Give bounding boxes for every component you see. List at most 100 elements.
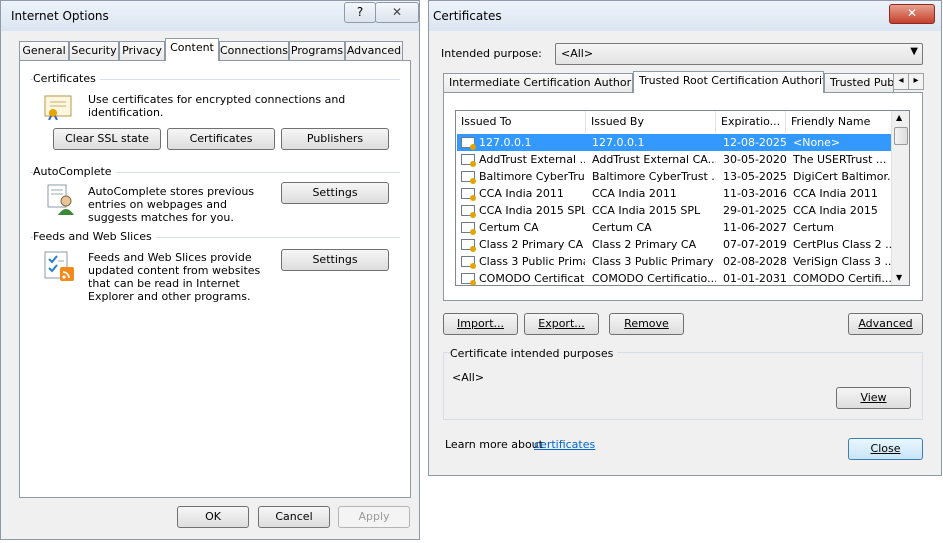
- cancel-button[interactable]: Cancel: [258, 506, 330, 528]
- cell-issued-by: COMODO Certificatio...: [592, 272, 716, 285]
- certificate-icon: [461, 205, 476, 218]
- column-header-friendly-name[interactable]: Friendly Name: [786, 111, 893, 133]
- cell-friendly-name: Certum: [793, 221, 834, 234]
- close-button-label: Close: [870, 442, 901, 455]
- cell-friendly-name: CertPlus Class 2 ...: [793, 238, 891, 251]
- certificates-link[interactable]: certificates: [534, 438, 595, 451]
- autocomplete-settings-button[interactable]: Settings: [281, 182, 389, 204]
- tab-privacy[interactable]: Privacy: [119, 41, 165, 60]
- tab-scroll-right-button[interactable]: ▸: [908, 73, 924, 90]
- tab-content[interactable]: Content: [165, 38, 219, 61]
- remove-button[interactable]: Remove: [609, 313, 684, 335]
- import-button-label: Import...: [457, 317, 504, 330]
- view-button[interactable]: View: [836, 387, 911, 409]
- tab-connections[interactable]: Connections: [219, 41, 289, 60]
- dialog-title: Certificates: [433, 9, 502, 23]
- cell-issued-by: CCA India 2015 SPL: [592, 204, 701, 217]
- content-tab-panel: Certificates Use certificates for encryp…: [19, 60, 411, 498]
- dialog-close-button[interactable]: ✕: [889, 4, 935, 24]
- cell-issued-by: CCA India 2011: [592, 187, 677, 200]
- close-button[interactable]: ✕: [375, 2, 419, 23]
- table-row[interactable]: 127.0.0.1 127.0.0.1 12-08-2025 <None>: [457, 134, 892, 151]
- tab-intermediate-ca[interactable]: Intermediate Certification Authorities: [443, 73, 633, 92]
- list-scrollbar[interactable]: ▲ ▼: [891, 111, 909, 285]
- certificates-titlebar: Certificates ✕: [429, 1, 941, 31]
- tab-scroll-left-button[interactable]: ◂: [893, 73, 909, 90]
- certificate-list: Issued To Issued By Expiratio... Friendl…: [455, 110, 910, 286]
- export-button[interactable]: Export...: [524, 313, 599, 335]
- cell-expiration: 11-03-2016: [723, 187, 787, 200]
- table-row[interactable]: Class 3 Public Prima... Class 3 Public P…: [457, 253, 892, 270]
- intended-purpose-label: Intended purpose:: [441, 47, 542, 60]
- table-row[interactable]: COMODO Certificat... COMODO Certificatio…: [457, 270, 892, 285]
- certificate-icon: [461, 239, 476, 252]
- intended-purposes-frame: [443, 352, 923, 420]
- table-row[interactable]: Baltimore CyberTru... Baltimore CyberTru…: [457, 168, 892, 185]
- learn-more-text: Learn more about: [445, 438, 543, 451]
- publishers-button[interactable]: Publishers: [281, 128, 389, 150]
- dialog-close-action-button[interactable]: Close: [848, 438, 923, 460]
- chevron-down-icon: ▼: [910, 46, 918, 57]
- cell-friendly-name: <None>: [793, 136, 841, 149]
- cell-expiration: 02-08-2028: [723, 255, 787, 268]
- cell-issued-to: CCA India 2011: [479, 187, 564, 200]
- table-row[interactable]: Certum CA Certum CA 11-06-2027 Certum: [457, 219, 892, 236]
- scroll-down-icon[interactable]: ▼: [896, 273, 902, 282]
- scroll-thumb[interactable]: [894, 127, 908, 145]
- tab-programs[interactable]: Programs: [289, 41, 345, 60]
- table-row[interactable]: CCA India 2011 CCA India 2011 11-03-2016…: [457, 185, 892, 202]
- intended-purpose-value: <All>: [561, 47, 594, 60]
- advanced-button[interactable]: Advanced: [848, 313, 923, 335]
- table-row[interactable]: Class 2 Primary CA Class 2 Primary CA 07…: [457, 236, 892, 253]
- import-button[interactable]: Import...: [443, 313, 518, 335]
- autocomplete-icon: [46, 183, 76, 215]
- feeds-settings-button[interactable]: Settings: [281, 249, 389, 271]
- feeds-icon: [44, 251, 76, 283]
- cell-expiration: 29-01-2025: [723, 204, 787, 217]
- cell-issued-to: 127.0.0.1: [479, 136, 532, 149]
- ok-button[interactable]: OK: [177, 506, 249, 528]
- cell-friendly-name: VeriSign Class 3 ...: [793, 255, 891, 268]
- cell-issued-to: Class 2 Primary CA: [479, 238, 584, 251]
- cell-friendly-name: The USERTrust ...: [793, 153, 887, 166]
- table-row[interactable]: AddTrust External ... AddTrust External …: [457, 151, 892, 168]
- certificate-icon: [461, 222, 476, 235]
- tab-security[interactable]: Security: [69, 41, 119, 60]
- cell-expiration: 07-07-2019: [723, 238, 787, 251]
- intended-purpose-select[interactable]: <All> ▼: [555, 43, 923, 65]
- feeds-description: Feeds and Web Slices provide updated con…: [88, 251, 261, 303]
- certificate-icon: [461, 256, 476, 269]
- tab-general[interactable]: General: [19, 41, 69, 60]
- feeds-heading: Feeds and Web Slices: [33, 230, 156, 243]
- window-title: Internet Options: [11, 9, 109, 23]
- cell-issued-by: 127.0.0.1: [592, 136, 645, 149]
- tab-advanced[interactable]: Advanced: [345, 41, 403, 60]
- certificates-description: Use certificates for encrypted connectio…: [88, 93, 346, 119]
- cell-expiration: 11-06-2027: [723, 221, 787, 234]
- cell-issued-by: Class 2 Primary CA: [592, 238, 697, 251]
- advanced-button-label: Advanced: [858, 317, 913, 330]
- autocomplete-heading: AutoComplete: [33, 165, 116, 178]
- view-button-label: View: [860, 391, 887, 404]
- column-header-expiration[interactable]: Expiratio...: [716, 111, 786, 133]
- cell-expiration: 01-01-2031: [723, 272, 787, 285]
- certificate-icon: [461, 171, 476, 184]
- table-row[interactable]: CCA India 2015 SPL CCA India 2015 SPL 29…: [457, 202, 892, 219]
- certificates-button[interactable]: Certificates: [167, 128, 275, 150]
- scroll-up-icon[interactable]: ▲: [896, 113, 902, 122]
- internet-options-window: Internet Options ? ✕ General Security Pr…: [0, 0, 420, 540]
- intended-purposes-heading: Certificate intended purposes: [450, 347, 618, 360]
- column-header-issued-to[interactable]: Issued To: [456, 111, 586, 133]
- apply-button[interactable]: Apply: [338, 506, 410, 528]
- help-button[interactable]: ?: [344, 2, 376, 23]
- cell-friendly-name: COMODO Certifi...: [793, 272, 891, 285]
- clear-ssl-state-button[interactable]: Clear SSL state: [53, 128, 161, 150]
- column-header-issued-by[interactable]: Issued By: [586, 111, 716, 133]
- autocomplete-description: AutoComplete stores previous entries on …: [88, 185, 255, 224]
- certificate-icon: [461, 154, 476, 167]
- cell-expiration: 12-08-2025: [723, 136, 787, 149]
- certificate-icon: [461, 137, 476, 150]
- cell-friendly-name: CCA India 2011: [793, 187, 878, 200]
- tab-trusted-root-ca[interactable]: Trusted Root Certification Authorities: [633, 71, 824, 93]
- tab-trusted-publishers[interactable]: Trusted Publ: [824, 73, 894, 92]
